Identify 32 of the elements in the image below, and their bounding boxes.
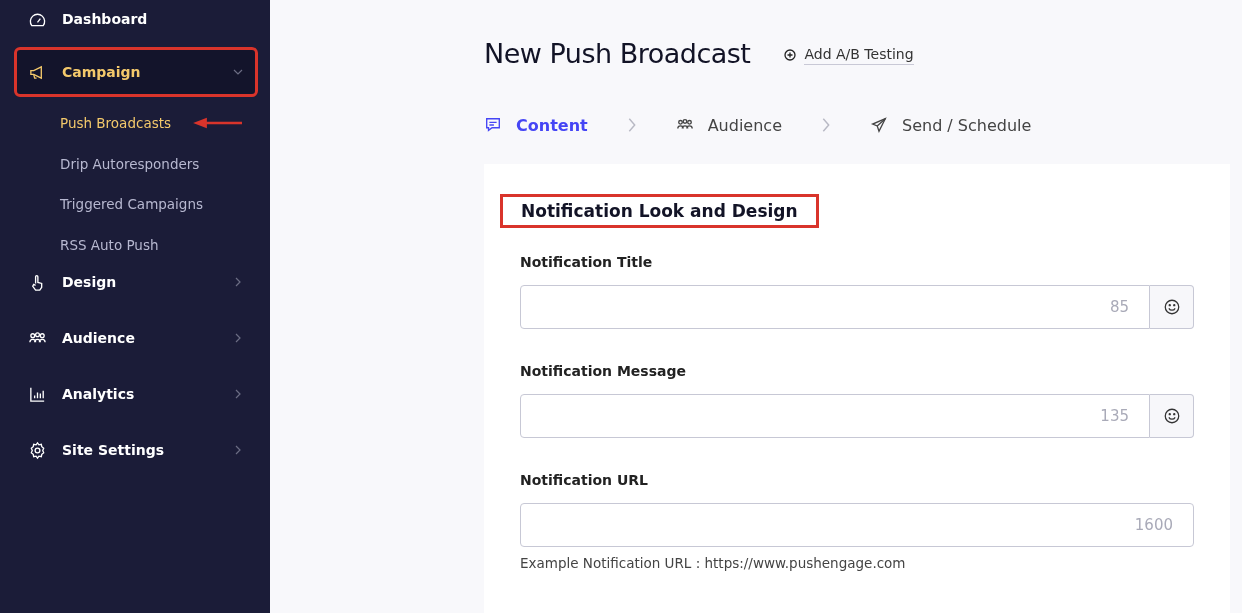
character-counter: 1600	[1134, 516, 1173, 534]
sidebar-item[interactable]: Campaign	[14, 47, 258, 97]
chevron-icon	[820, 116, 832, 134]
smiley-icon	[1162, 298, 1181, 316]
smiley-icon	[1162, 407, 1181, 425]
step-tab[interactable]: Audience	[675, 115, 782, 135]
emoji-button[interactable]	[1150, 285, 1194, 329]
sidebar-item[interactable]: Dashboard	[14, 2, 258, 36]
sidebar-subitem[interactable]: Push Broadcasts	[60, 115, 171, 132]
emoji-button[interactable]	[1150, 394, 1194, 438]
field-hint: Example Notification URL : https://www.pushengage.com	[520, 555, 907, 571]
field-label: Notification URL	[520, 472, 649, 488]
sidebar-item[interactable]: Audience	[14, 321, 258, 355]
paper-plane-icon	[870, 116, 888, 134]
add-ab-testing-link[interactable]: Add A/B Testing	[784, 45, 914, 65]
sidebar-item[interactable]: Analytics	[14, 377, 258, 411]
sidebar-subitem[interactable]: Drip Autoresponders	[60, 155, 200, 172]
plus-circle-icon	[784, 49, 797, 61]
character-counter: 85	[1109, 298, 1129, 316]
field-label: Notification Title	[520, 254, 654, 270]
page-title: New Push Broadcast	[484, 37, 751, 69]
sidebar-item[interactable]: Design	[14, 265, 258, 299]
step-tab[interactable]: Send / Schedule	[870, 115, 1032, 135]
step-tab[interactable]: Content	[484, 115, 588, 135]
sidebar-subitem[interactable]: Triggered Campaigns	[60, 196, 204, 213]
section-heading: Notification Look and Design	[500, 194, 819, 228]
chat-icon	[484, 116, 502, 134]
character-counter: 135	[1100, 407, 1129, 425]
field-label: Notification Message	[520, 363, 687, 379]
sidebar-item[interactable]: Site Settings	[14, 433, 258, 467]
settings-icon	[28, 440, 47, 460]
sidebar-subitem[interactable]: RSS Auto Push	[60, 236, 159, 253]
